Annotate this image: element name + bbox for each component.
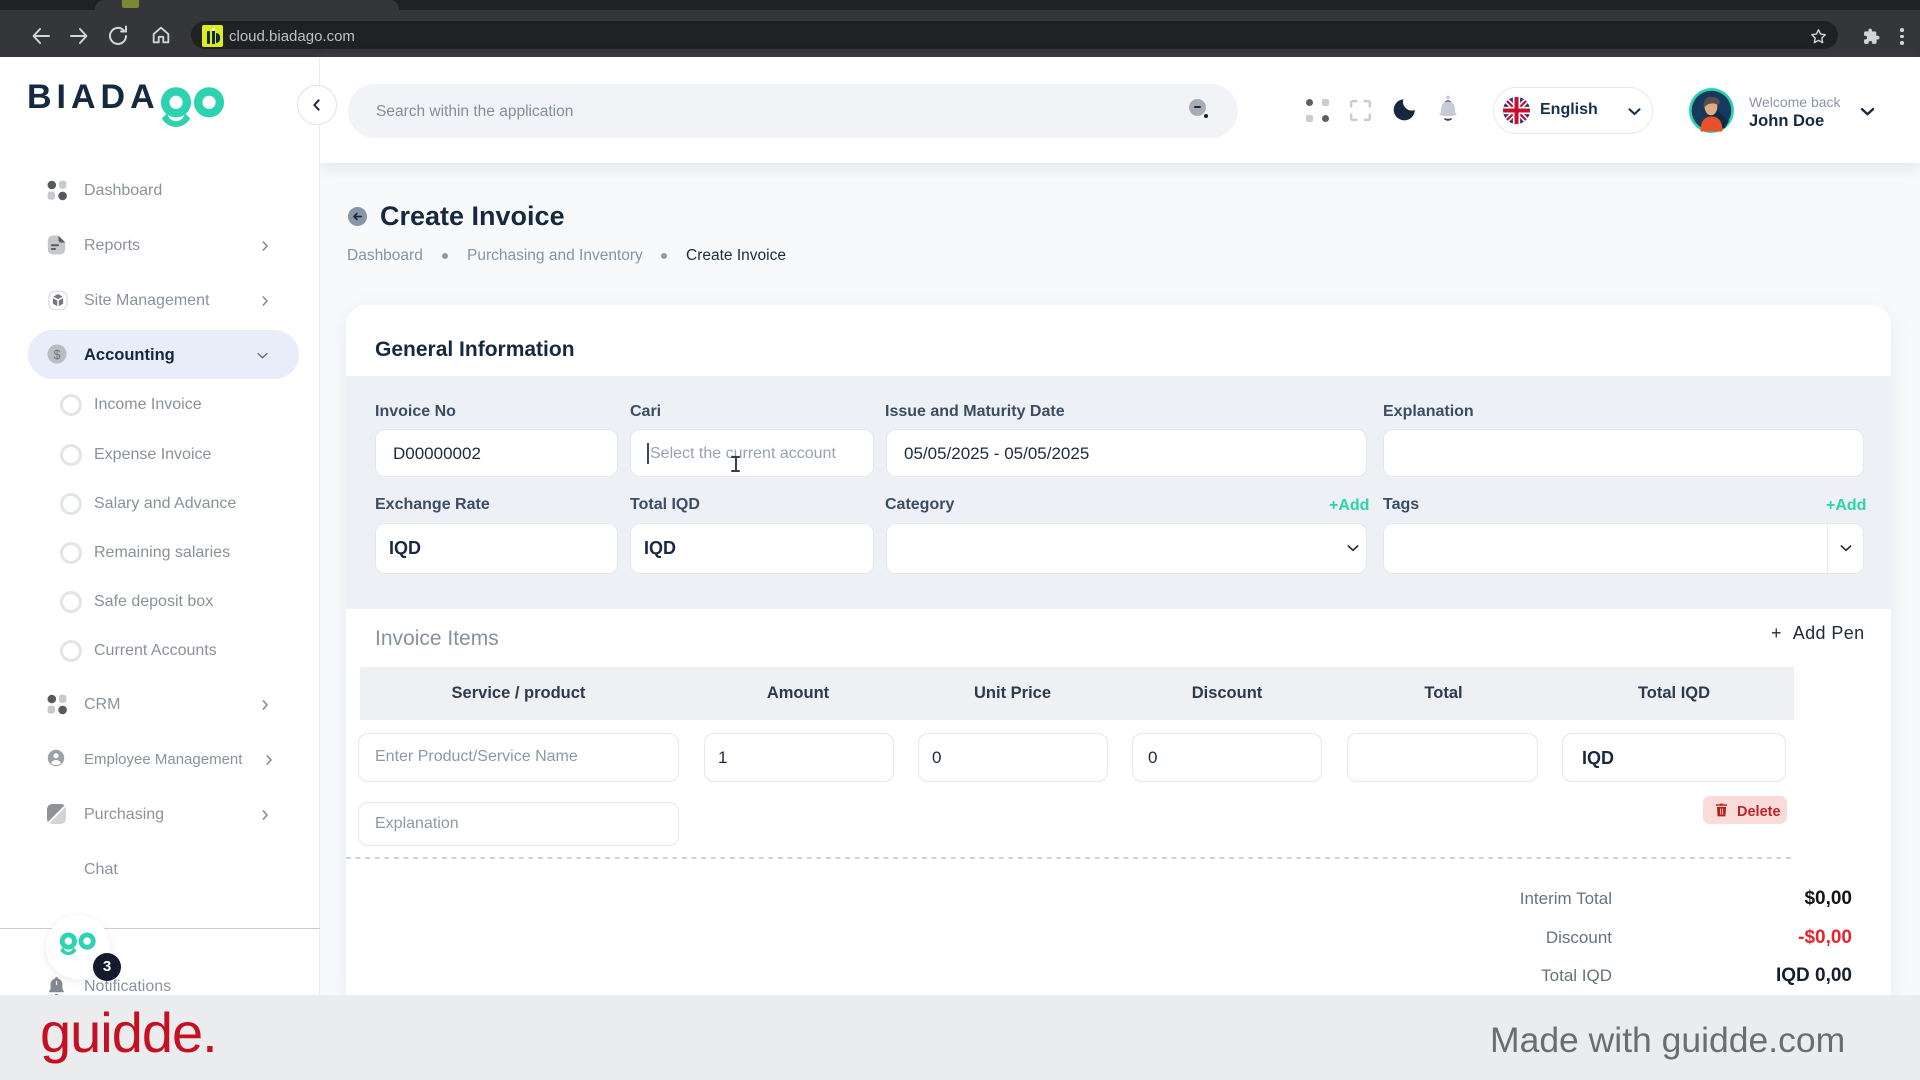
svg-text:$: $ <box>53 347 60 362</box>
